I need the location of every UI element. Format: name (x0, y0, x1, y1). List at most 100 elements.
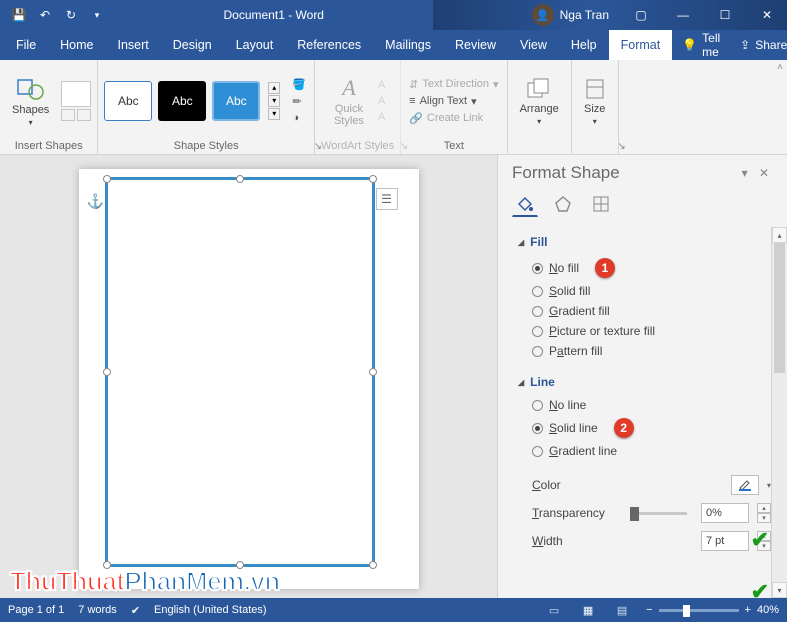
gallery-scroll-down-icon[interactable]: ▾ (268, 95, 280, 107)
resize-handle-sw[interactable] (103, 561, 111, 569)
tab-insert[interactable]: Insert (106, 30, 161, 60)
view-web-layout-icon[interactable]: ▤ (612, 602, 632, 618)
fill-option-no-fill[interactable]: No fill 1 (518, 255, 771, 281)
zoom-thumb[interactable] (683, 605, 690, 617)
radio-icon (532, 346, 543, 357)
group-label-text: Text (444, 140, 464, 152)
scroll-down-icon[interactable]: ▾ (772, 582, 787, 598)
zoom-slider[interactable] (659, 609, 739, 612)
line-option-solid[interactable]: Solid line 2 (518, 415, 771, 441)
scroll-up-icon[interactable]: ▴ (772, 227, 787, 243)
spinner-down-icon[interactable]: ▾ (757, 513, 771, 523)
status-proofing-icon[interactable]: ✔ (131, 604, 140, 617)
arrange-button[interactable]: Arrange ▾ (514, 73, 565, 130)
layout-options-icon[interactable]: ☰ (376, 188, 398, 210)
line-option-gradient[interactable]: Gradient line (518, 441, 771, 461)
zoom-out-icon[interactable]: − (646, 604, 652, 616)
resize-handle-ne[interactable] (369, 175, 377, 183)
tab-view[interactable]: View (508, 30, 559, 60)
redo-icon[interactable]: ↻ (60, 4, 82, 26)
minimize-icon[interactable]: — (663, 0, 703, 30)
save-icon[interactable]: 💾 (8, 4, 30, 26)
spinner-up-icon[interactable]: ▴ (757, 503, 771, 513)
zoom-value[interactable]: 40% (757, 604, 779, 616)
shape-outline-button[interactable]: ✏ (290, 94, 308, 109)
line-option-no-line[interactable]: No line (518, 395, 771, 415)
status-language[interactable]: English (United States) (154, 604, 267, 616)
tab-references[interactable]: References (285, 30, 373, 60)
size-launcher-icon[interactable]: ↘ (617, 141, 625, 152)
transparency-value[interactable]: 0% (701, 503, 749, 523)
tab-home[interactable]: Home (48, 30, 105, 60)
shape-style-preset-1[interactable]: Abc (104, 81, 152, 121)
maximize-icon[interactable]: ☐ (705, 0, 745, 30)
shape-fill-button[interactable]: 🪣 (290, 77, 308, 92)
annotation-badge-2: 2 (614, 418, 634, 438)
pane-tab-layout[interactable] (588, 191, 614, 217)
size-grid-icon (591, 194, 611, 214)
align-text-button[interactable]: ≡ Align Text ▾ (407, 94, 500, 109)
ribbon-display-options-icon[interactable]: ▢ (621, 0, 661, 30)
line-color-picker[interactable] (731, 475, 759, 495)
size-icon (584, 77, 606, 101)
transparency-spinner[interactable]: ▴▾ (757, 503, 771, 523)
width-value[interactable]: 7 pt (701, 531, 749, 551)
tab-design[interactable]: Design (161, 30, 224, 60)
pane-scrollbar[interactable]: ▴ ▾ (771, 227, 787, 598)
resize-handle-s[interactable] (236, 561, 244, 569)
status-page[interactable]: Page 1 of 1 (8, 604, 64, 616)
collapse-ribbon-icon[interactable]: ˄ (777, 62, 783, 73)
line-transparency-row: Transparency 0% ▴▾ (518, 499, 771, 527)
qat-customize-icon[interactable]: ▾ (86, 4, 108, 26)
shape-style-preset-3[interactable]: Abc (212, 81, 260, 121)
tab-help[interactable]: Help (559, 30, 609, 60)
text-box-icon[interactable] (77, 109, 91, 121)
tab-file[interactable]: File (4, 30, 48, 60)
fill-option-picture[interactable]: Picture or texture fill (518, 321, 771, 341)
shape-style-preset-2[interactable]: Abc (158, 81, 206, 121)
quick-styles-button: A Quick Styles (328, 71, 370, 131)
resize-handle-w[interactable] (103, 368, 111, 376)
tab-mailings[interactable]: Mailings (373, 30, 443, 60)
view-print-layout-icon[interactable]: ▦ (578, 602, 598, 618)
pane-close-icon[interactable]: ✕ (755, 166, 773, 180)
status-words[interactable]: 7 words (78, 604, 117, 616)
tab-format[interactable]: Format (609, 30, 673, 60)
scroll-thumb[interactable] (774, 243, 785, 373)
undo-icon[interactable]: ↶ (34, 4, 56, 26)
slider-thumb[interactable] (630, 507, 639, 521)
shape-gallery-thumb[interactable] (61, 81, 91, 107)
link-icon: 🔗 (409, 112, 423, 125)
fill-section-header[interactable]: Fill (518, 235, 771, 249)
wordart-launcher-icon[interactable]: ↘ (400, 141, 408, 152)
fill-option-solid[interactable]: Solid fill (518, 281, 771, 301)
shapes-button[interactable]: Shapes ▾ (6, 72, 55, 131)
resize-handle-se[interactable] (369, 561, 377, 569)
pane-tab-effects[interactable] (550, 191, 576, 217)
view-read-mode-icon[interactable]: ▭ (544, 602, 564, 618)
close-icon[interactable]: ✕ (747, 0, 787, 30)
zoom-in-icon[interactable]: + (745, 604, 751, 616)
document-area[interactable]: ⚓ ☰ (0, 155, 497, 598)
transparency-slider[interactable] (630, 512, 687, 515)
resize-handle-e[interactable] (369, 368, 377, 376)
line-section-header[interactable]: Line (518, 375, 771, 389)
resize-handle-nw[interactable] (103, 175, 111, 183)
size-button[interactable]: Size ▾ (578, 73, 612, 130)
selected-shape[interactable]: ☰ (105, 177, 375, 567)
edit-shape-icon[interactable] (61, 109, 75, 121)
group-text: ⇵ Text Direction ▾ ≡ Align Text ▾ 🔗 Crea… (401, 60, 507, 154)
fill-option-pattern[interactable]: Pattern fill (518, 341, 771, 361)
pane-options-icon[interactable]: ▾ (738, 166, 752, 180)
fill-option-gradient[interactable]: Gradient fill (518, 301, 771, 321)
tab-review[interactable]: Review (443, 30, 508, 60)
pane-tab-fill-line[interactable] (512, 191, 538, 217)
gallery-scroll-up-icon[interactable]: ▴ (268, 82, 280, 94)
resize-handle-n[interactable] (236, 175, 244, 183)
shape-effects-button[interactable]: ◑ (290, 111, 308, 125)
gallery-more-icon[interactable]: ▾ (268, 108, 280, 120)
account-button[interactable]: 👤 Nga Tran (522, 4, 619, 26)
tab-layout[interactable]: Layout (224, 30, 286, 60)
share-button[interactable]: ⇪ Share (730, 38, 787, 52)
tell-me-button[interactable]: 💡 Tell me (672, 31, 730, 59)
